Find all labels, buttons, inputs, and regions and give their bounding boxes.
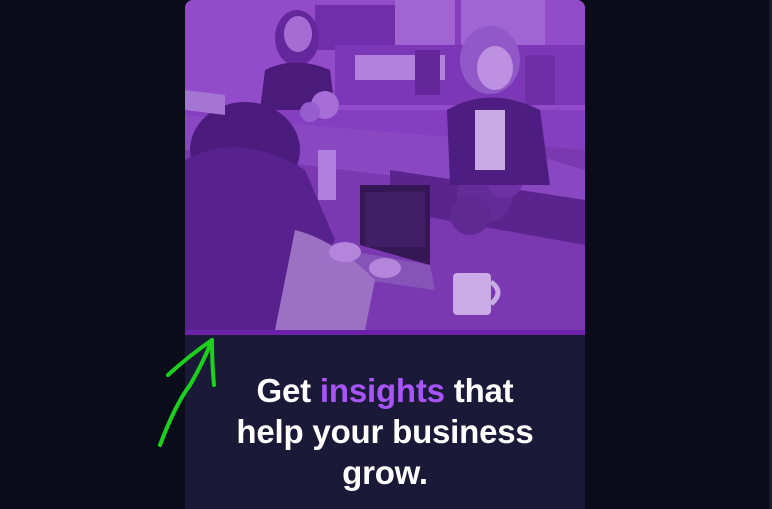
hero-image	[185, 0, 585, 330]
headline: Get insights that help your business gro…	[185, 370, 585, 493]
headline-suffix: that	[444, 372, 514, 409]
feature-card: Get insights that help your business gro…	[185, 0, 585, 509]
headline-prefix: Get	[256, 372, 320, 409]
hero-accent-bar	[185, 330, 585, 335]
arrow-up-icon	[158, 338, 216, 447]
headline-line-1: Get insights that	[185, 370, 585, 411]
team-office-photo-icon	[185, 0, 585, 330]
headline-line-2: help your business	[236, 413, 534, 450]
headline-line-3: grow.	[342, 454, 428, 491]
headline-highlight: insights	[319, 372, 445, 409]
page-background: Get insights that help your business gro…	[0, 0, 772, 509]
